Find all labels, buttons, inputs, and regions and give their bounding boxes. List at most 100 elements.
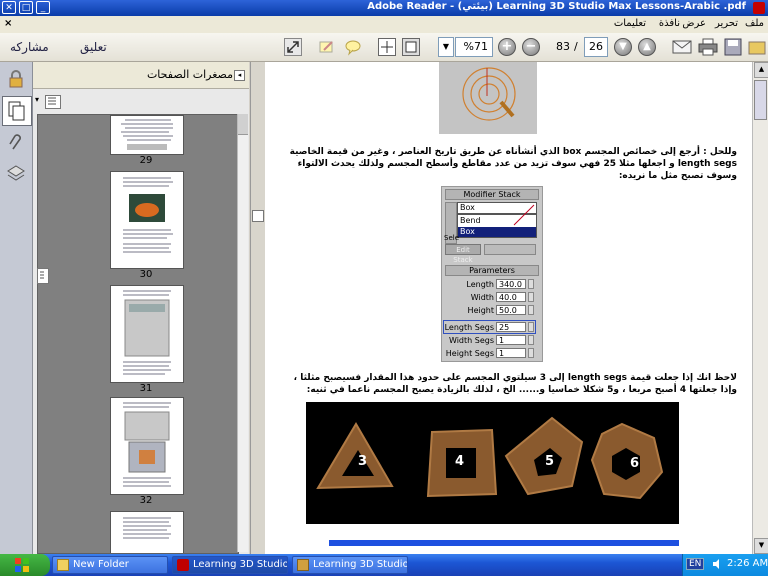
next-page-icon[interactable]: ▼ [614, 38, 632, 56]
scroll-thumb[interactable] [754, 80, 767, 120]
pdf-app-icon [753, 2, 765, 14]
previous-page-icon[interactable]: ▲ [638, 38, 656, 56]
page-separator: / [574, 40, 578, 53]
comment-bubble-icon[interactable] [344, 38, 362, 56]
thumbnail-page-30[interactable] [110, 171, 184, 269]
pdf-icon [177, 559, 189, 571]
modifier-stack-figure: Modifier Stack Box Bend Box Sele Edit St… [441, 186, 543, 362]
lock-icon[interactable] [7, 70, 25, 88]
param-width-segs: Width Segs 1 [442, 335, 542, 347]
thumbnail-scrollbar[interactable] [237, 114, 248, 552]
navigation-strip [0, 62, 33, 554]
param-width: Width 40.0 [442, 292, 542, 304]
title-bar: ✕ □ _ Adobe Reader - (بيئتي) Learning 3D… [0, 0, 768, 16]
page-bottom-bar [329, 540, 679, 546]
speaker-icon[interactable] [711, 558, 723, 570]
menu-help[interactable]: تعليمات [614, 18, 646, 29]
maximize-button[interactable]: □ [19, 1, 33, 14]
attachment-icon[interactable] [7, 134, 25, 152]
email-icon[interactable] [672, 38, 692, 56]
menu-bar: × ملف تحرير عرض نافذة تعليمات [0, 16, 768, 34]
scroll-up-icon[interactable]: ▲ [754, 62, 768, 78]
menu-edit[interactable]: تحرير [715, 18, 738, 29]
page-total: 83 [556, 40, 570, 53]
selection-label: Sele [444, 234, 460, 242]
print-icon[interactable] [698, 38, 718, 56]
thumbnail-label-31: 31 [139, 383, 153, 394]
menu-file[interactable]: ملف [745, 18, 764, 29]
highlight-icon[interactable] [318, 38, 336, 56]
thumbnail-label-29: 29 [139, 155, 153, 166]
task-adobe-reader[interactable]: Learning 3D Studio Ma... [172, 556, 288, 574]
comment-button[interactable]: تعليق [80, 37, 107, 57]
fit-page-icon[interactable] [378, 38, 396, 56]
language-indicator[interactable]: EN [686, 558, 705, 570]
thumbnail-list: 29 30 31 32 [37, 114, 239, 554]
layers-icon[interactable] [7, 164, 25, 182]
panel-grip-icon[interactable] [37, 268, 49, 284]
thumbnail-page-31[interactable] [110, 285, 184, 383]
shape-label-3: 3 [358, 454, 368, 469]
modifier-stack-title: Modifier Stack [445, 189, 539, 200]
shape-label-6: 6 [630, 456, 640, 471]
folder-icon [57, 559, 69, 571]
splitter-handle-icon[interactable] [252, 210, 264, 222]
taskbar: New Folder Learning 3D Studio Ma... Lear… [0, 554, 768, 576]
toolbar: مشاركه تعليق ▼ %71 + − 83 / 26 ▼ ▲ [0, 33, 768, 62]
modifier-list-item-bend: Bend [460, 216, 481, 225]
pages-icon[interactable] [2, 96, 32, 126]
document-view: وللحل : أرجع إلى خصائص المجسم box الذي أ… [265, 62, 752, 554]
panel-splitter[interactable] [250, 62, 266, 554]
task-new-folder[interactable]: New Folder [52, 556, 168, 574]
thumbnail-label-32: 32 [139, 495, 153, 506]
edit-stack-dropdown [484, 244, 536, 255]
thumbnail-panel-header: ◂ مصغرات الصفحات [33, 62, 249, 89]
param-length: Length 340.0 [442, 279, 542, 291]
thumbnail-panel: ◂ مصغرات الصفحات ▾ 29 30 31 32 [33, 62, 249, 554]
panel-collapse-icon[interactable]: ◂ [234, 70, 245, 81]
document-scrollbar[interactable]: ▲ ▼ [752, 62, 768, 554]
thumbnail-panel-title: مصغرات الصفحات [146, 68, 233, 81]
zoom-in-icon[interactable]: + [498, 38, 516, 56]
task-document-viewer[interactable]: Learning 3D Studio Ma... [292, 556, 408, 574]
thumbnail-page-29[interactable] [110, 115, 184, 155]
thumbnail-scroll-thumb[interactable] [238, 114, 248, 135]
options-dropdown-icon[interactable]: ▾ [35, 95, 45, 107]
minimize-button[interactable]: _ [36, 1, 50, 14]
shape-label-5: 5 [545, 454, 555, 469]
zoom-out-icon[interactable]: − [522, 38, 540, 56]
page-number-field[interactable]: 26 [584, 37, 608, 57]
fit-width-icon[interactable] [402, 38, 420, 56]
open-icon[interactable] [748, 38, 766, 56]
spiral-figure [439, 62, 537, 134]
expand-icon[interactable] [284, 38, 302, 56]
menu-view[interactable]: عرض [682, 18, 706, 29]
document-icon [297, 559, 309, 571]
document-close-icon[interactable]: × [4, 18, 12, 29]
scroll-down-icon[interactable]: ▼ [754, 538, 768, 554]
thumbnail-options-icon[interactable] [45, 95, 61, 109]
start-button[interactable] [0, 554, 50, 576]
shape-label-4: 4 [455, 454, 465, 469]
paragraph-2: لاحظ انك إذا جعلت قيمة length segs إلى 3… [293, 373, 737, 395]
paragraph-1: وللحل : أرجع إلى خصائص المجسم box الذي أ… [289, 147, 737, 181]
parameters-title: Parameters [445, 265, 539, 276]
share-button[interactable]: مشاركه [10, 37, 49, 57]
zoom-dropdown-button[interactable]: ▼ [438, 37, 454, 57]
thumbnail-page-33[interactable] [110, 511, 184, 553]
edit-stack-button: Edit Stack [445, 244, 481, 264]
thumbnail-label-30: 30 [139, 269, 153, 280]
zoom-field[interactable]: %71 [455, 37, 493, 57]
window-title: Adobe Reader - (بيئتي) Learning 3D Studi… [367, 1, 746, 12]
save-icon[interactable] [724, 38, 742, 56]
param-height-segs: Height Segs 1 [442, 348, 542, 360]
bent-shapes-figure: 3 4 5 6 [306, 402, 679, 524]
modifier-list: Bend Box [457, 204, 537, 238]
system-tray: EN 2:26 AM [682, 554, 768, 576]
menu-window[interactable]: نافذة [659, 18, 680, 29]
close-button[interactable]: ✕ [2, 1, 16, 14]
clock: 2:26 AM [727, 558, 768, 569]
param-length-segs: Length Segs 25 [442, 320, 542, 334]
param-height: Height 50.0 [442, 305, 542, 317]
thumbnail-page-32[interactable] [110, 397, 184, 495]
